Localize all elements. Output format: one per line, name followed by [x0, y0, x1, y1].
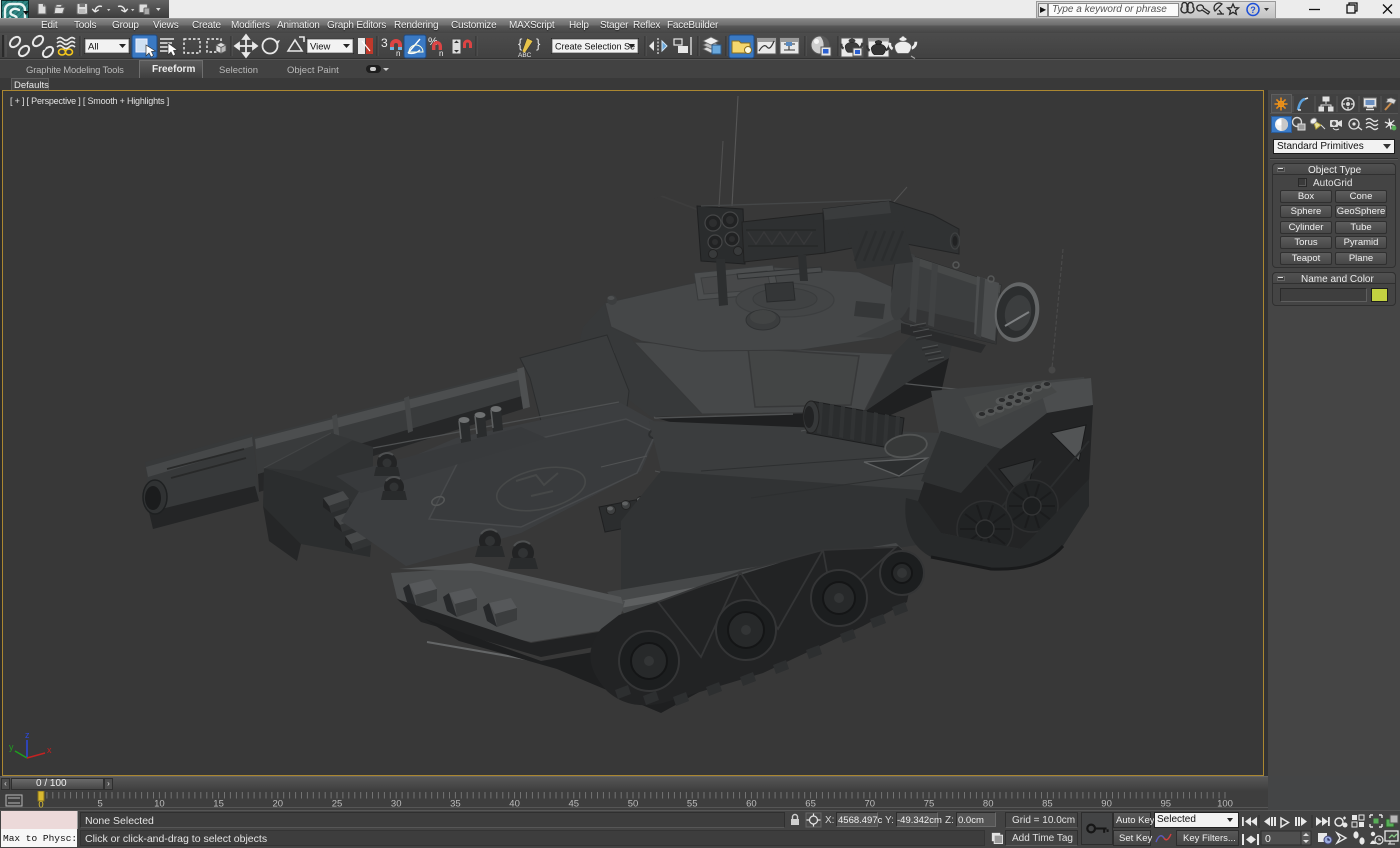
svg-text:x: x [47, 745, 52, 755]
svg-text:3: 3 [381, 36, 388, 50]
svg-text:5: 5 [98, 799, 103, 810]
svg-text:40: 40 [509, 799, 520, 810]
svg-text:}: } [536, 36, 541, 51]
svg-text:n: n [439, 49, 443, 58]
svg-text:65: 65 [805, 799, 816, 810]
svg-text:All: All [88, 42, 99, 53]
svg-text:60: 60 [746, 799, 757, 810]
svg-text:70: 70 [865, 799, 876, 810]
svg-text:z: z [25, 730, 30, 740]
svg-text:100: 100 [1217, 799, 1233, 810]
svg-text:View: View [310, 42, 331, 53]
svg-text:10: 10 [154, 799, 165, 810]
svg-text:{: { [518, 36, 523, 51]
svg-text:y: y [9, 742, 14, 752]
svg-text:0: 0 [38, 800, 43, 811]
svg-text:45: 45 [569, 799, 580, 810]
svg-text:0: 0 [1265, 833, 1271, 845]
svg-text:?: ? [1250, 5, 1256, 15]
svg-text:35: 35 [450, 799, 461, 810]
svg-text:90: 90 [1101, 799, 1112, 810]
svg-text:50: 50 [628, 799, 639, 810]
svg-text:25: 25 [332, 799, 343, 810]
svg-text:20: 20 [273, 799, 284, 810]
svg-text:ABC: ABC [518, 52, 532, 59]
svg-text:80: 80 [983, 799, 994, 810]
svg-text:55: 55 [687, 799, 698, 810]
svg-text:n: n [396, 49, 400, 58]
svg-text:85: 85 [1042, 799, 1053, 810]
svg-text:15: 15 [213, 799, 224, 810]
svg-text:95: 95 [1161, 799, 1172, 810]
svg-text:Create Selection Se: Create Selection Se [555, 42, 635, 52]
svg-text:75: 75 [924, 799, 935, 810]
svg-text:30: 30 [391, 799, 402, 810]
